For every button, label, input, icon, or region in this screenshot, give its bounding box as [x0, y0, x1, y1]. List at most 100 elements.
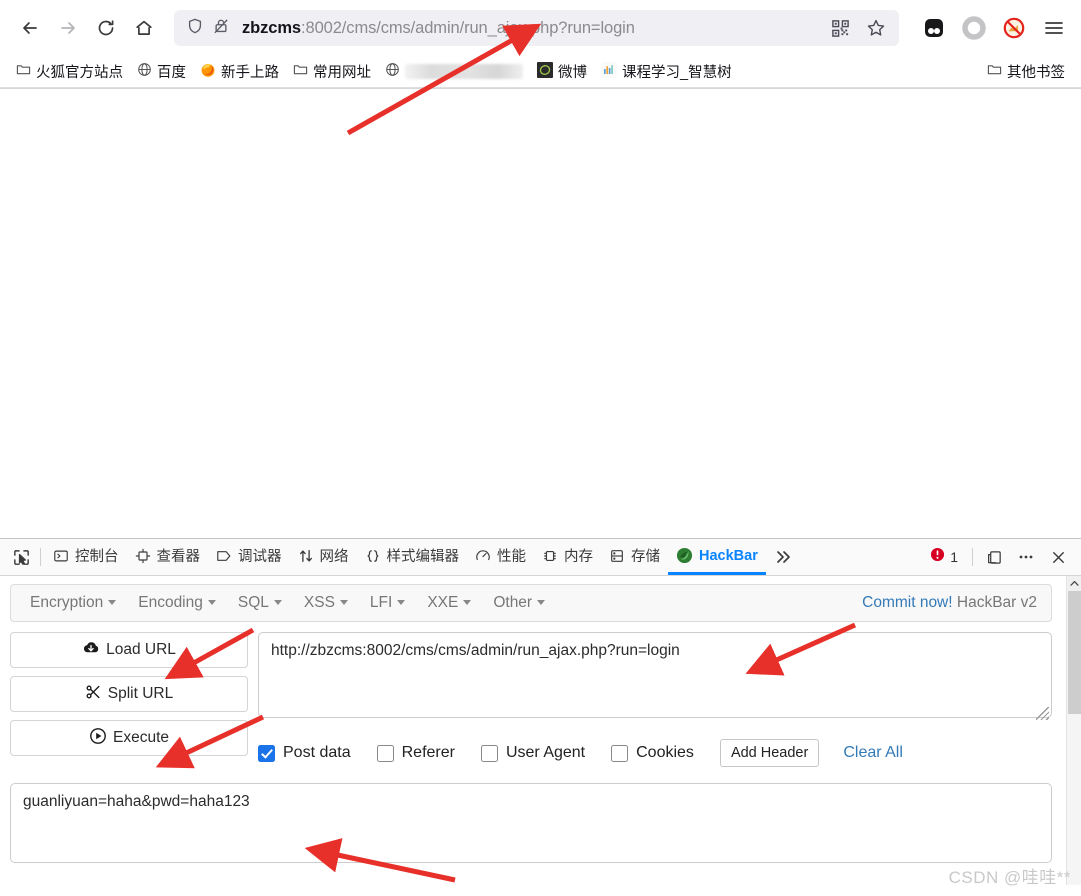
shield-icon[interactable] [186, 17, 204, 40]
extension-circle-icon[interactable] [959, 13, 989, 43]
menu-label: Encoding [138, 594, 203, 611]
add-header-button[interactable]: Add Header [719, 739, 820, 767]
devtools-toolbar-right: 1 [922, 543, 1075, 571]
scrollbar-up-arrow[interactable] [1067, 576, 1081, 591]
devtools-tab-label: 查看器 [156, 549, 201, 565]
url-text[interactable]: zbzcms:8002/cms/cms/admin/run_ajax.php?r… [230, 19, 819, 38]
devtools-tab-label: HackBar [699, 547, 758, 564]
close-icon[interactable] [1043, 543, 1073, 571]
split-url-button[interactable]: Split URL [10, 676, 248, 712]
hackbar-version-area: Commit now! HackBar v2 [862, 594, 1043, 612]
hackbar-options-row: Post data Referer User Agent Cookies Add… [258, 739, 1052, 767]
devtools-tab-label: 控制台 [75, 549, 119, 565]
clear-all-link[interactable]: Clear All [843, 744, 903, 762]
extensions-area [909, 13, 1069, 43]
weibo-icon [537, 61, 553, 82]
option-cookies[interactable]: Cookies [611, 744, 694, 762]
user-agent-checkbox[interactable] [480, 744, 498, 762]
button-label: Load URL [106, 641, 176, 658]
post-data-textarea[interactable] [10, 783, 1052, 863]
dock-layout-icon[interactable] [979, 543, 1009, 571]
style-editor-icon [365, 548, 381, 564]
button-label: Split URL [107, 685, 174, 702]
browser-chrome: zbzcms:8002/cms/cms/admin/run_ajax.php?r… [0, 0, 1081, 89]
menu-lfi[interactable]: LFI [359, 594, 416, 612]
menu-encryption[interactable]: Encryption [19, 594, 127, 612]
firefox-icon [200, 62, 216, 82]
hamburger-menu-icon[interactable] [1039, 13, 1069, 43]
lock-broken-icon[interactable] [212, 17, 230, 40]
commit-now-link[interactable]: Commit now! [862, 594, 952, 611]
element-picker-icon[interactable] [6, 543, 36, 571]
devtools-tab-memory[interactable]: 内存 [534, 539, 601, 575]
devtools-tab-inspector[interactable]: 查看器 [127, 539, 209, 575]
cookies-checkbox[interactable] [611, 744, 629, 762]
load-url-button[interactable]: Load URL [10, 632, 248, 668]
bookmark-redacted[interactable] [379, 59, 529, 84]
navigation-toolbar: zbzcms:8002/cms/cms/admin/run_ajax.php?r… [0, 0, 1081, 56]
chevron-double-right-icon[interactable] [766, 548, 800, 566]
toolbar-separator [40, 548, 41, 566]
hackbar-content: Encryption Encoding SQL XSS LFI XXE Othe… [0, 576, 1062, 868]
extension-dark-icon[interactable] [919, 13, 949, 43]
devtools-tab-storage[interactable]: 存储 [601, 539, 668, 575]
bookmark-label: 微博 [558, 65, 587, 81]
option-label: User Agent [505, 744, 586, 761]
bookmark-huohu[interactable]: 火狐官方站点 [10, 58, 129, 85]
chevron-down-icon [463, 600, 472, 605]
devtools-tab-label: 样式编辑器 [386, 549, 460, 565]
referer-checkbox[interactable] [376, 744, 394, 762]
devtools-tab-style-editor[interactable]: 样式编辑器 [357, 539, 468, 575]
menu-xxe[interactable]: XXE [416, 594, 482, 612]
bookmark-xinshoushanglu[interactable]: 新手上路 [194, 58, 285, 85]
chevron-down-icon [339, 600, 348, 605]
play-circle-icon [89, 727, 107, 750]
error-badge[interactable]: 1 [922, 547, 966, 567]
menu-xss[interactable]: XSS [293, 594, 359, 612]
menu-sql[interactable]: SQL [227, 594, 293, 612]
bookmark-label: 新手上路 [221, 65, 279, 81]
option-referer[interactable]: Referer [376, 744, 455, 762]
execute-button[interactable]: Execute [10, 720, 248, 756]
menu-other[interactable]: Other [482, 594, 556, 612]
bookmark-baidu[interactable]: 百度 [131, 58, 192, 85]
url-textarea[interactable] [258, 632, 1052, 718]
hackbar-scrollbar[interactable] [1066, 576, 1081, 885]
network-icon [298, 548, 314, 564]
post-data-checkbox[interactable] [258, 744, 275, 762]
adblock-icon[interactable] [999, 13, 1029, 43]
home-button[interactable] [126, 10, 162, 46]
folder-icon [293, 62, 308, 81]
more-options-icon[interactable] [1011, 543, 1041, 571]
url-bar[interactable]: zbzcms:8002/cms/cms/admin/run_ajax.php?r… [174, 10, 899, 46]
qr-code-icon[interactable] [825, 13, 855, 43]
chevron-down-icon [537, 600, 546, 605]
menu-label: SQL [237, 594, 269, 611]
url-textarea-wrapper [258, 632, 1052, 723]
other-bookmarks-label: 其他书签 [1007, 65, 1065, 81]
bookmark-weibo[interactable]: 微博 [531, 58, 593, 85]
option-user-agent[interactable]: User Agent [480, 744, 586, 762]
menu-encoding[interactable]: Encoding [127, 594, 227, 612]
back-button[interactable] [12, 10, 48, 46]
toolbar-separator [972, 548, 973, 566]
devtools-tab-debugger[interactable]: 调试器 [208, 539, 290, 575]
devtools-tab-console[interactable]: 控制台 [45, 539, 127, 575]
option-label: Referer [401, 744, 455, 761]
devtools-tab-hackbar[interactable]: HackBar [668, 539, 766, 575]
bookmark-label: 百度 [157, 65, 186, 81]
bookmark-zhihuishu[interactable]: 课程学习_智慧树 [595, 58, 738, 85]
option-post-data[interactable]: Post data [258, 744, 351, 762]
devtools-tab-network[interactable]: 网络 [290, 539, 357, 575]
devtools-tab-performance[interactable]: 性能 [467, 539, 534, 575]
star-icon[interactable] [861, 13, 891, 43]
forward-button[interactable] [50, 10, 86, 46]
other-bookmarks-button[interactable]: 其他书签 [981, 58, 1071, 85]
reload-button[interactable] [88, 10, 124, 46]
devtools-tab-label: 内存 [564, 549, 593, 565]
hackbar-version-label: HackBar v2 [956, 594, 1037, 611]
csdn-watermark: CSDN @哇哇** [948, 868, 1071, 887]
scrollbar-thumb[interactable] [1068, 591, 1081, 714]
devtools-toolbar: 控制台 查看器 调试器 网络 样式编辑器 性能 内存 存储 HackBar 1 [0, 539, 1081, 576]
bookmark-changyongwangzhi[interactable]: 常用网址 [287, 58, 377, 85]
